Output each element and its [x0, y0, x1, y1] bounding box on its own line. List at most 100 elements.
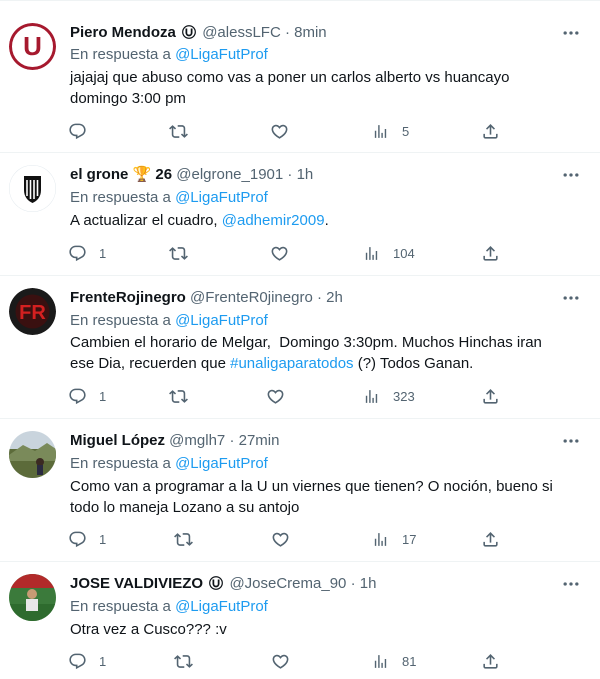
- reply-label: En respuesta a: [70, 189, 171, 206]
- avatar[interactable]: FR: [9, 288, 56, 335]
- share-button[interactable]: [481, 119, 500, 143]
- action-bar: 1 104: [0, 241, 600, 265]
- retweet-icon: [169, 387, 188, 406]
- u-badge-icon: [182, 25, 196, 39]
- more-icon[interactable]: [560, 23, 582, 43]
- handle[interactable]: @alessLFC: [202, 24, 281, 41]
- like-button[interactable]: [270, 241, 289, 265]
- display-name[interactable]: Piero Mendoza: [70, 24, 176, 41]
- retweet-button[interactable]: [174, 649, 193, 673]
- like-button[interactable]: [271, 649, 290, 673]
- retweet-button[interactable]: [169, 241, 188, 265]
- reply-context: En respuesta a @LigaFutProf: [70, 45, 268, 65]
- like-icon: [270, 122, 289, 141]
- like-button[interactable]: [270, 119, 289, 143]
- reply-mention-link[interactable]: @LigaFutProf: [175, 598, 268, 615]
- display-name[interactable]: Miguel López: [70, 432, 165, 449]
- tweet-text: jajajaj que abuso como vas a poner un ca…: [70, 67, 570, 109]
- reply-mention-link[interactable]: @LigaFutProf: [175, 455, 268, 472]
- action-bar: 1 81: [0, 649, 600, 673]
- text-segment: (?) Todos Ganan.: [353, 355, 474, 372]
- more-icon[interactable]: [560, 288, 582, 308]
- like-button[interactable]: [266, 384, 285, 408]
- views-button[interactable]: 323: [363, 384, 415, 408]
- reply-mention-link[interactable]: @LigaFutProf: [175, 46, 268, 63]
- separator: ·: [229, 432, 235, 449]
- reply-button[interactable]: [68, 119, 99, 143]
- action-bar: 1 17: [0, 527, 600, 551]
- views-icon: [363, 245, 380, 262]
- like-button[interactable]: [271, 527, 290, 551]
- reply-context: En respuesta a @LigaFutProf: [70, 188, 268, 208]
- more-icon[interactable]: [560, 431, 582, 451]
- handle[interactable]: @mglh7: [169, 432, 225, 449]
- hashtag-link[interactable]: #unaligaparatodos: [230, 355, 353, 372]
- views-button[interactable]: 104: [363, 241, 415, 265]
- reply-icon: [68, 244, 87, 263]
- reply-mention-link[interactable]: @LigaFutProf: [175, 312, 268, 329]
- mention-link[interactable]: @adhemir2009: [222, 212, 325, 229]
- display-name[interactable]: FrenteRojinegro: [70, 289, 186, 306]
- retweet-button[interactable]: [169, 384, 188, 408]
- tweet-frente-rojinegro[interactable]: FR FrenteRojinegro @FrenteR0jinegro · 2h…: [0, 276, 600, 419]
- more-icon[interactable]: [560, 165, 582, 185]
- text-line: ese Dia, recuerden que #unaligaparatodos…: [70, 353, 570, 374]
- reply-count: 1: [99, 245, 107, 261]
- like-icon: [271, 530, 290, 549]
- retweet-icon: [169, 122, 188, 141]
- reply-button[interactable]: 1: [68, 527, 106, 551]
- share-button[interactable]: [481, 241, 500, 265]
- timestamp[interactable]: 8min: [294, 24, 327, 41]
- avatar-letter: FR: [19, 302, 46, 324]
- tweet-header: JOSE VALDIVIEZO @JoseCrema_90 · 1h: [70, 574, 560, 594]
- avatar[interactable]: [9, 431, 56, 478]
- views-button[interactable]: 5: [372, 119, 409, 143]
- tweet-el-grone[interactable]: el grone 🏆 26 @elgrone_1901 · 1h En resp…: [0, 153, 600, 276]
- handle[interactable]: @JoseCrema_90: [229, 575, 346, 592]
- handle[interactable]: @elgrone_1901: [176, 166, 283, 183]
- reply-count: 1: [99, 388, 107, 404]
- share-icon: [481, 244, 500, 263]
- text-segment: .: [324, 212, 329, 229]
- reply-context: En respuesta a @LigaFutProf: [70, 311, 268, 331]
- views-count: 17: [402, 531, 417, 547]
- text-line: todo lo maneja Lozano a su antojo: [70, 499, 300, 516]
- reply-icon: [68, 530, 87, 549]
- tweet-piero-mendoza[interactable]: U Piero Mendoza @alessLFC · 8min En resp…: [0, 1, 600, 153]
- share-button[interactable]: [481, 527, 500, 551]
- tweet-text: Cambien el horario de Melgar, Domingo 3:…: [70, 332, 570, 374]
- retweet-button[interactable]: [174, 527, 193, 551]
- share-icon: [481, 652, 500, 671]
- reply-button[interactable]: 1: [68, 241, 106, 265]
- share-button[interactable]: [481, 649, 500, 673]
- reply-button[interactable]: 1: [68, 384, 106, 408]
- views-count: 5: [402, 123, 410, 139]
- timestamp[interactable]: 2h: [326, 289, 343, 306]
- tweet-miguel-lopez[interactable]: Miguel López @mglh7 · 27min En respuesta…: [0, 419, 600, 562]
- tweet-jose-valdiviezo[interactable]: JOSE VALDIVIEZO @JoseCrema_90 · 1h En re…: [0, 562, 600, 679]
- avatar[interactable]: [9, 574, 56, 621]
- views-button[interactable]: 81: [372, 649, 416, 673]
- separator: ·: [350, 575, 356, 592]
- action-bar: 1 323: [0, 384, 600, 408]
- separator: ·: [287, 166, 293, 183]
- timestamp[interactable]: 1h: [360, 575, 377, 592]
- reply-mention-link[interactable]: @LigaFutProf: [175, 189, 268, 206]
- reply-button[interactable]: 1: [68, 649, 106, 673]
- avatar[interactable]: [9, 165, 56, 212]
- share-button[interactable]: [481, 384, 500, 408]
- more-icon[interactable]: [560, 574, 582, 594]
- retweet-button[interactable]: [169, 119, 188, 143]
- action-bar: 5: [0, 119, 600, 143]
- display-name[interactable]: el grone: [70, 166, 128, 183]
- share-icon: [481, 122, 500, 141]
- reply-label: En respuesta a: [70, 598, 171, 615]
- avatar[interactable]: U: [9, 23, 56, 70]
- display-name[interactable]: JOSE VALDIVIEZO: [70, 575, 203, 592]
- timestamp[interactable]: 27min: [239, 432, 280, 449]
- views-count: 81: [402, 653, 417, 669]
- handle[interactable]: @FrenteR0jinegro: [190, 289, 313, 306]
- views-button[interactable]: 17: [372, 527, 416, 551]
- timestamp[interactable]: 1h: [297, 166, 314, 183]
- like-icon: [266, 387, 285, 406]
